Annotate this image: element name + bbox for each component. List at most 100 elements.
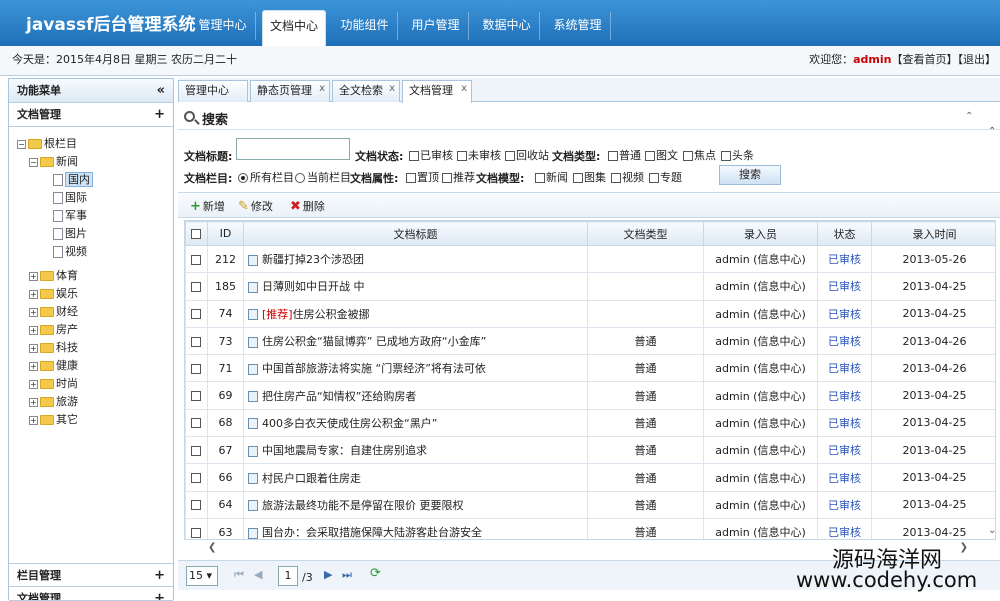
status-recycle-checkbox[interactable]: 回收站 xyxy=(505,147,549,163)
tree-node-military[interactable]: 军事 xyxy=(17,207,173,225)
next-page-icon[interactable]: ▶ xyxy=(324,568,332,581)
search-button[interactable]: 搜索 xyxy=(719,165,781,185)
cell-title[interactable]: 住房公积金“猫鼠博弈” 已成地方政府“小金库” xyxy=(243,326,588,356)
cell-title[interactable]: 中国首部旅游法将实施 “门票经济”将有法可依 xyxy=(243,354,588,383)
attr-recommend-checkbox[interactable]: 推荐 xyxy=(442,169,475,185)
tree-node-news[interactable]: − 新闻 xyxy=(17,153,173,171)
plus-icon[interactable]: + xyxy=(29,397,38,407)
sidebar-section-columns[interactable]: 栏目管理 + xyxy=(9,563,173,587)
cell-title[interactable]: 中国地震局专家：自建住房别追求 xyxy=(243,436,588,465)
tree-node-root[interactable]: − 根栏目 xyxy=(17,135,173,153)
plus-icon[interactable]: + xyxy=(29,379,38,389)
table-row[interactable]: 67 中国地震局专家：自建住房别追求 普通 admin (信息中心) 已审核 2013-0… xyxy=(185,436,995,465)
collapse-up-icon[interactable]: ⌃ xyxy=(965,111,973,122)
cell-title[interactable]: 村民户口跟着住房走 xyxy=(243,463,588,492)
row-checkbox[interactable] xyxy=(185,299,208,328)
cell-status[interactable]: 已审核 xyxy=(817,272,872,301)
type-headline-checkbox[interactable]: 头条 xyxy=(721,147,754,163)
row-checkbox[interactable] xyxy=(185,381,208,410)
table-row[interactable]: 185 日薄则如中日开战 中 admin (信息中心) 已审核 2013-04-25 xyxy=(185,272,995,301)
page-size-select[interactable]: 15 ▾ xyxy=(186,566,218,586)
vertical-scrollbar[interactable]: ⌃ ⌄ xyxy=(986,126,1000,536)
scroll-left-icon[interactable]: ❮ xyxy=(208,542,216,553)
tree-node-domestic[interactable]: 国内 xyxy=(17,171,173,189)
add-button[interactable]: + 新增 xyxy=(190,198,225,214)
expand-icon[interactable]: + xyxy=(154,587,165,600)
tree-node-finance[interactable]: + 财经 xyxy=(17,303,173,321)
nav-tab-documents[interactable]: 文档中心 xyxy=(262,10,326,46)
delete-button[interactable]: ✖ 删除 xyxy=(290,198,325,214)
tree-node-sports[interactable]: + 体育 xyxy=(17,267,173,285)
nav-tab-management[interactable]: 管理中心 xyxy=(190,12,256,40)
first-page-icon[interactable]: ⏮ xyxy=(234,568,244,582)
tab-management[interactable]: 管理中心 xyxy=(178,80,248,102)
tab-document-management[interactable]: 文档管理 x xyxy=(402,80,472,103)
table-row[interactable]: 73 住房公积金“猫鼠博弈” 已成地方政府“小金库” 普通 admin (信息中心) 已… xyxy=(185,326,995,356)
prev-page-icon[interactable]: ◀ xyxy=(254,568,262,581)
plus-icon[interactable]: + xyxy=(29,361,38,371)
scroll-right-icon[interactable]: ❯ xyxy=(960,542,968,553)
tree-node-health[interactable]: + 健康 xyxy=(17,357,173,375)
cell-status[interactable]: 已审核 xyxy=(817,517,872,539)
all-columns-radio[interactable]: 所有栏目 xyxy=(238,169,294,185)
table-row[interactable]: 71 中国首部旅游法将实施 “门票经济”将有法可依 普通 admin (信息中心) 已审… xyxy=(185,354,995,383)
row-checkbox[interactable] xyxy=(185,490,208,519)
tree-node-international[interactable]: 国际 xyxy=(17,189,173,207)
scroll-down-icon[interactable]: ⌄ xyxy=(988,525,996,536)
table-row[interactable]: 63 国台办：会采取措施保障大陆游客赴台游安全 普通 admin (信息中心) 已审核 2… xyxy=(185,517,995,539)
model-topic-checkbox[interactable]: 专题 xyxy=(649,169,682,185)
plus-icon[interactable]: + xyxy=(29,325,38,335)
row-checkbox[interactable] xyxy=(185,517,208,539)
scroll-up-icon[interactable]: ⌃ xyxy=(988,126,996,137)
tree-node-pictures[interactable]: 图片 xyxy=(17,225,173,243)
expand-icon[interactable]: + xyxy=(154,564,165,588)
table-row[interactable]: 74 [推荐]住房公积金被挪 admin (信息中心) 已审核 2013-04-25 xyxy=(185,299,995,328)
page-number-input[interactable]: 1 xyxy=(278,566,298,586)
plus-icon[interactable]: + xyxy=(29,271,38,281)
table-row[interactable]: 69 把住房产品“知情权”还给购房者 普通 admin (信息中心) 已审核 2013-0… xyxy=(185,381,995,410)
col-header-time[interactable]: 录入时间 xyxy=(871,221,995,246)
sidebar-section-docs-2[interactable]: 文档管理 + xyxy=(9,587,173,601)
tree-node-travel[interactable]: + 旅游 xyxy=(17,393,173,411)
row-checkbox[interactable] xyxy=(185,463,208,492)
cell-status[interactable]: 已审核 xyxy=(817,381,872,410)
cell-status[interactable]: 已审核 xyxy=(817,326,872,356)
cell-title[interactable]: 新疆打掉23个涉恐团 xyxy=(243,244,588,274)
cell-title[interactable]: 日薄则如中日开战 中 xyxy=(243,272,588,301)
nav-tab-data[interactable]: 数据中心 xyxy=(474,12,540,40)
tree-node-entertainment[interactable]: + 娱乐 xyxy=(17,285,173,303)
cell-status[interactable]: 已审核 xyxy=(817,299,872,328)
table-row[interactable]: 64 旅游法最终功能不是停留在限价 更要限权 普通 admin (信息中心) 已审核 20… xyxy=(185,490,995,519)
model-video-checkbox[interactable]: 视频 xyxy=(611,169,644,185)
select-all-checkbox[interactable] xyxy=(185,221,208,246)
type-focus-checkbox[interactable]: 焦点 xyxy=(683,147,716,163)
plus-icon[interactable]: + xyxy=(29,343,38,353)
cell-status[interactable]: 已审核 xyxy=(817,436,872,465)
tree-node-video[interactable]: 视频 xyxy=(17,243,173,261)
cell-title[interactable]: 国台办：会采取措施保障大陆游客赴台游安全 xyxy=(243,517,588,539)
cell-title[interactable]: 旅游法最终功能不是停留在限价 更要限权 xyxy=(243,490,588,519)
cell-title[interactable]: 把住房产品“知情权”还给购房者 xyxy=(243,381,588,410)
tab-fulltext-search[interactable]: 全文检索 x xyxy=(332,80,400,102)
current-column-radio[interactable]: 当前栏目 xyxy=(295,169,351,185)
refresh-icon[interactable]: ⟳ xyxy=(370,566,381,581)
cell-status[interactable]: 已审核 xyxy=(817,463,872,492)
tab-static-pages[interactable]: 静态页管理 x xyxy=(250,80,330,102)
row-checkbox[interactable] xyxy=(185,272,208,301)
table-row[interactable]: 212 新疆打掉23个涉恐团 admin (信息中心) 已审核 2013-05-26 xyxy=(185,244,995,274)
close-icon[interactable]: x xyxy=(461,79,467,99)
type-normal-checkbox[interactable]: 普通 xyxy=(608,147,641,163)
table-row[interactable]: 66 村民户口跟着住房走 普通 admin (信息中心) 已审核 2013-04-25 xyxy=(185,463,995,492)
plus-icon[interactable]: + xyxy=(29,289,38,299)
col-header-type[interactable]: 文档类型 xyxy=(587,221,704,246)
minus-icon[interactable]: − xyxy=(17,139,26,149)
doc-title-input[interactable] xyxy=(236,138,350,160)
col-header-author[interactable]: 录入员 xyxy=(703,221,818,246)
tree-node-tech[interactable]: + 科技 xyxy=(17,339,173,357)
cell-status[interactable]: 已审核 xyxy=(817,408,872,438)
nav-tab-system[interactable]: 系统管理 xyxy=(545,12,611,40)
tree-node-other[interactable]: + 其它 xyxy=(17,411,173,429)
row-checkbox[interactable] xyxy=(185,244,208,274)
header-links[interactable]: 【查看首页】【退出】 xyxy=(892,53,997,66)
model-news-checkbox[interactable]: 新闻 xyxy=(535,169,568,185)
